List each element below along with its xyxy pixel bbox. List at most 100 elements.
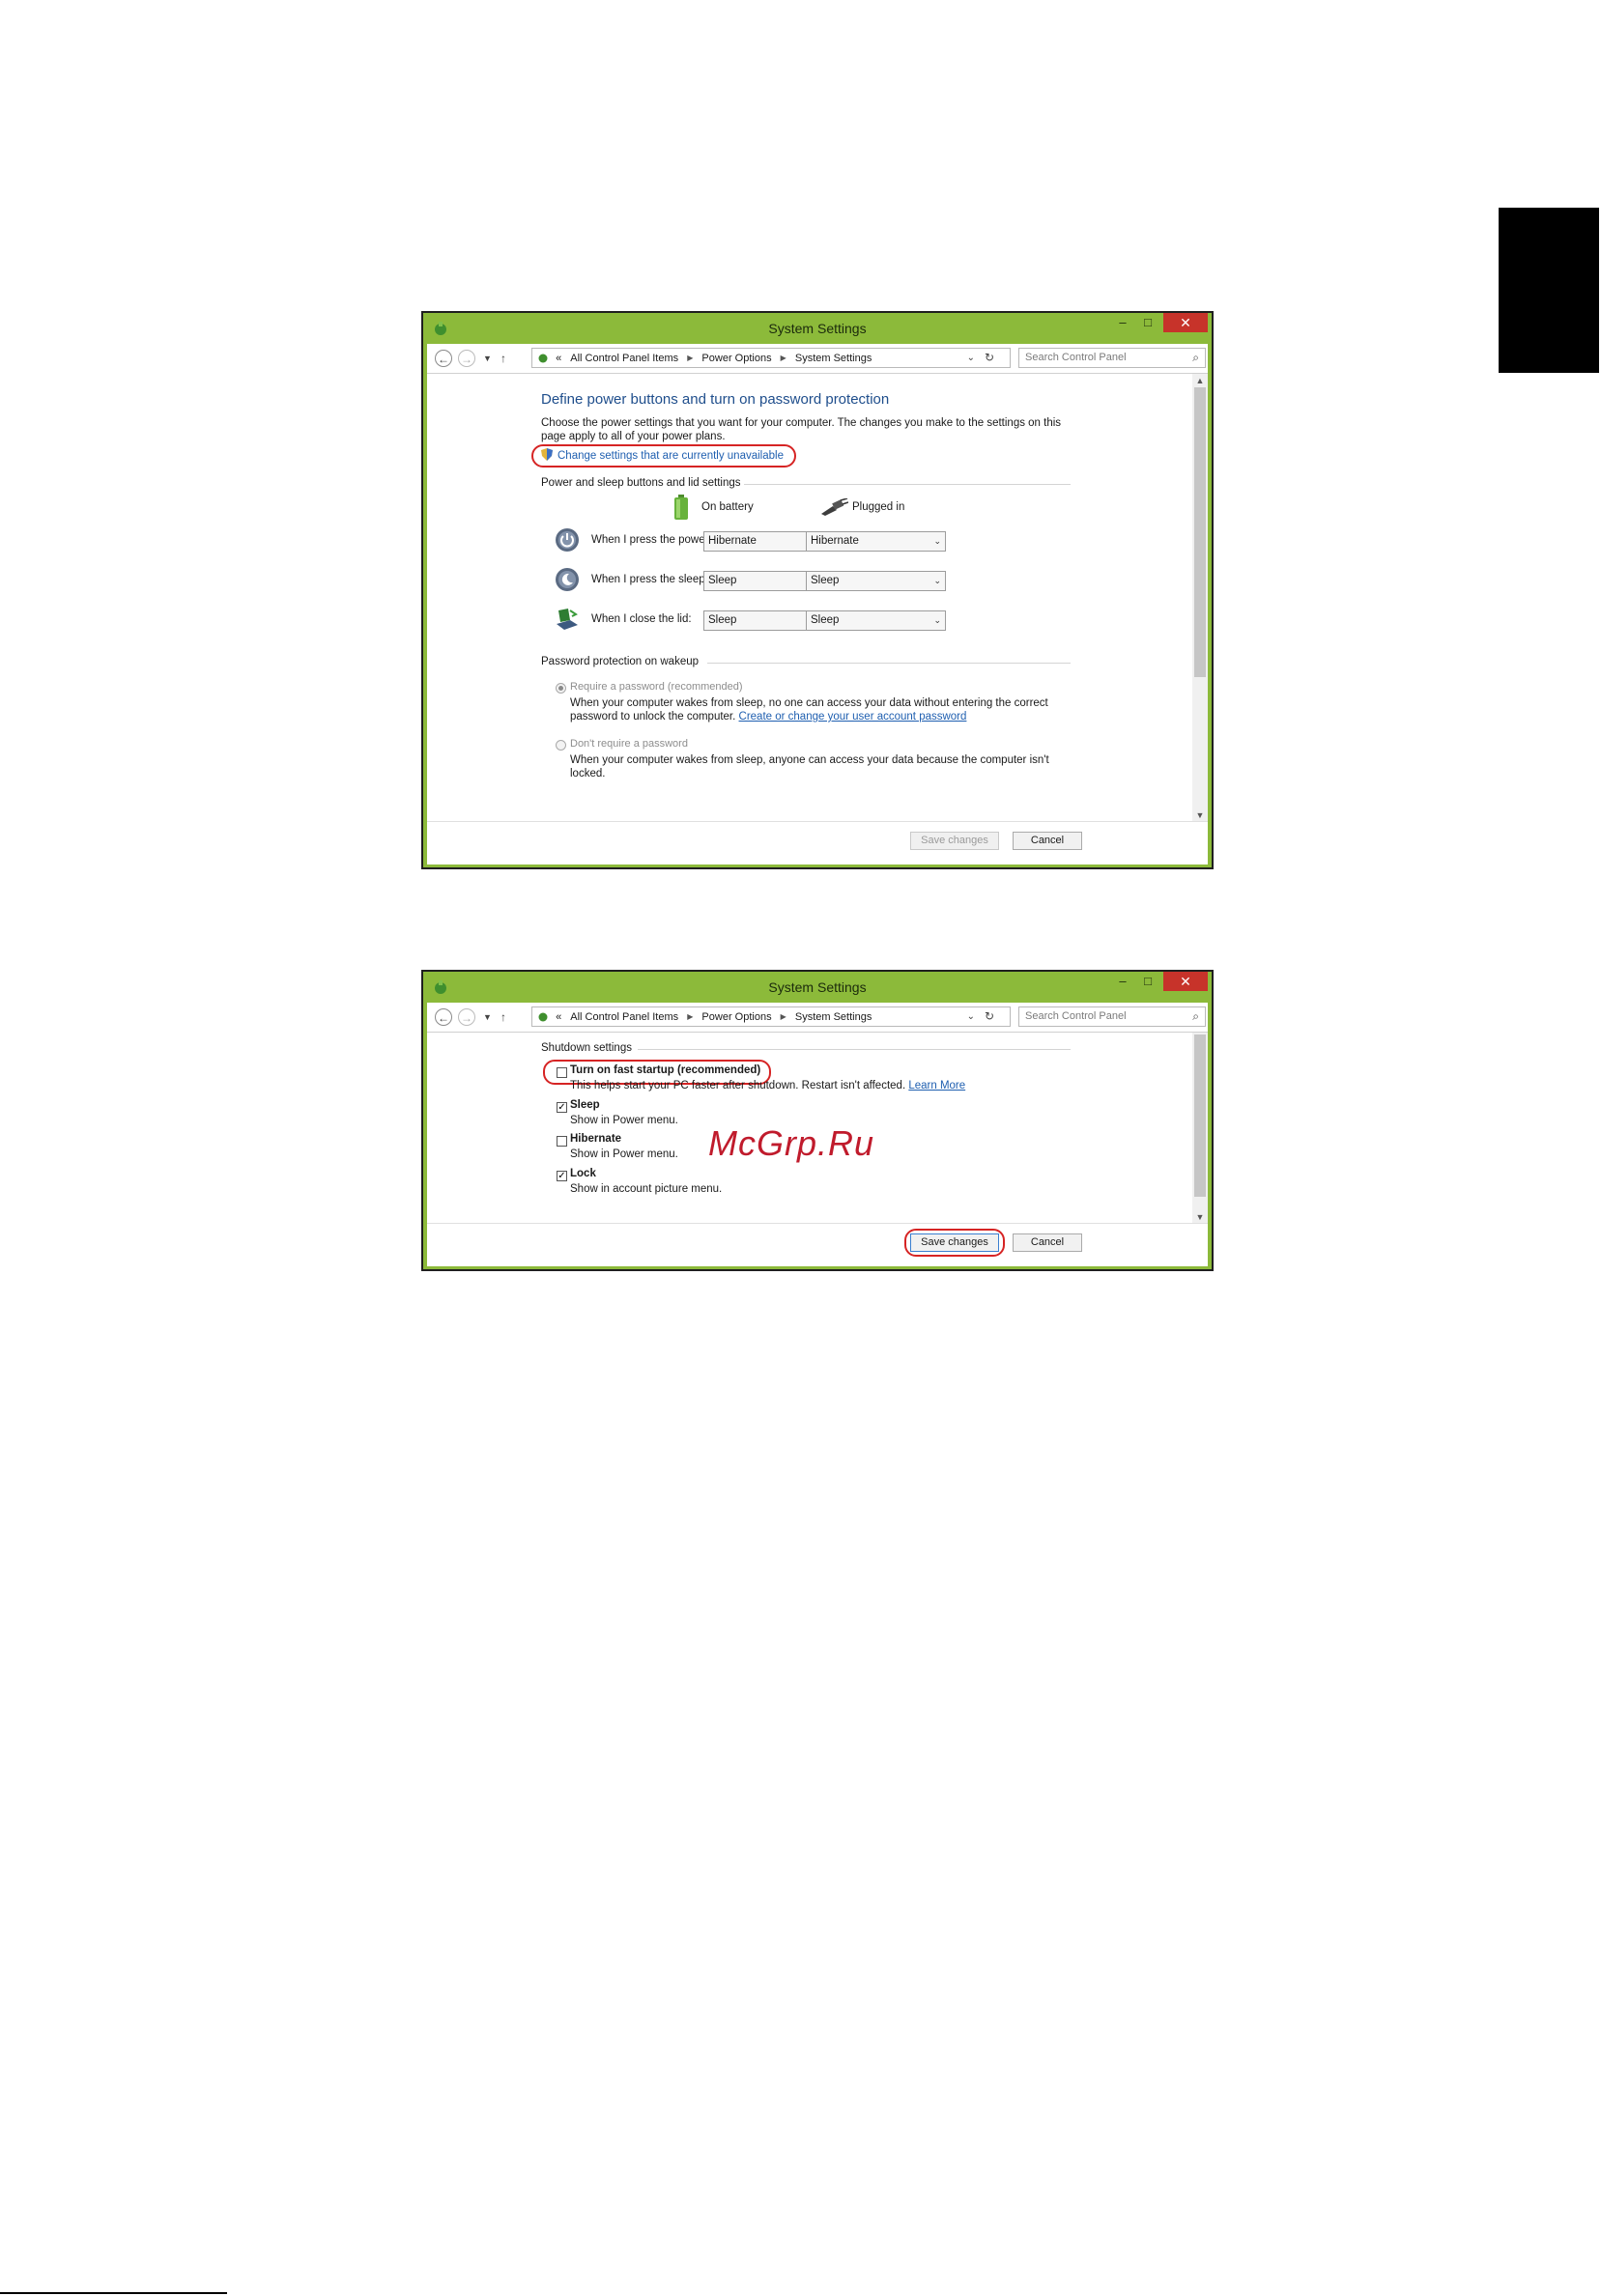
- address-dropdown-icon[interactable]: ⌄: [967, 1007, 975, 1026]
- require-password-radio[interactable]: [556, 683, 566, 694]
- vertical-scrollbar[interactable]: ▼: [1192, 1033, 1208, 1224]
- select-value: Sleep: [708, 614, 737, 626]
- forward-arrow-icon[interactable]: →: [458, 1008, 475, 1026]
- cancel-button[interactable]: Cancel: [1013, 832, 1082, 850]
- select-value: Hibernate: [708, 535, 757, 547]
- group-divider: [707, 663, 1071, 664]
- back-arrow-icon[interactable]: ←: [435, 1008, 452, 1026]
- chevron-down-icon: ⌄: [933, 576, 941, 585]
- breadcrumb-all-control-panel-items[interactable]: All Control Panel Items: [570, 353, 678, 364]
- hibernate-label: Hibernate: [570, 1133, 622, 1145]
- no-password-radio[interactable]: [556, 740, 566, 751]
- create-password-link[interactable]: Create or change your user account passw…: [739, 711, 967, 723]
- close-lid-plugged-in-select[interactable]: Sleep ⌄: [806, 610, 946, 631]
- require-password-description: When your computer wakes from sleep, no …: [570, 696, 1072, 723]
- power-plug-icon: [821, 498, 848, 516]
- breadcrumb-system-settings[interactable]: System Settings: [795, 1011, 872, 1023]
- save-changes-button[interactable]: Save changes: [910, 832, 999, 850]
- page-description: Choose the power settings that you want …: [541, 417, 1062, 442]
- search-icon[interactable]: ⌕: [1192, 1007, 1199, 1026]
- chapter-tab: [1499, 208, 1599, 373]
- breadcrumb-separator-icon: ▶: [780, 1012, 786, 1021]
- chevron-down-icon: ⌄: [933, 536, 941, 546]
- search-icon[interactable]: ⌕: [1192, 349, 1199, 367]
- select-value: Sleep: [811, 575, 840, 586]
- select-value: Sleep: [708, 575, 737, 586]
- address-bar[interactable]: « All Control Panel Items ▶ Power Option…: [531, 1006, 1011, 1027]
- breadcrumb-prefix: «: [556, 353, 562, 364]
- address-bar[interactable]: « All Control Panel Items ▶ Power Option…: [531, 348, 1011, 368]
- sleep-description: Show in Power menu.: [570, 1115, 678, 1126]
- back-arrow-icon[interactable]: ←: [435, 350, 452, 367]
- chapter-tab-mark: [1503, 369, 1511, 373]
- content-pane: Define power buttons and turn on passwor…: [427, 373, 1208, 822]
- breadcrumb-separator-icon: ▶: [687, 354, 694, 362]
- cancel-button[interactable]: Cancel: [1013, 1233, 1082, 1252]
- search-input[interactable]: Search Control Panel ⌕: [1018, 348, 1206, 368]
- fast-startup-description: This helps start your PC faster after sh…: [570, 1080, 965, 1091]
- breadcrumb-prefix: «: [556, 1011, 562, 1023]
- highlight-ring: [904, 1229, 1005, 1257]
- maximize-button[interactable]: □: [1136, 972, 1159, 991]
- dialog-footer: Save changes Cancel: [427, 821, 1208, 865]
- checkmark-icon: ✓: [557, 1102, 566, 1113]
- system-settings-window-power-buttons: System Settings – □ ✕ ← → ▼ ↑ « All Cont…: [421, 311, 1214, 869]
- sleep-button-plugged-in-select[interactable]: Sleep ⌄: [806, 571, 946, 591]
- scroll-thumb[interactable]: [1194, 387, 1206, 677]
- breadcrumb-system-settings[interactable]: System Settings: [795, 353, 872, 364]
- fast-startup-text: This helps start your PC faster after sh…: [570, 1080, 906, 1091]
- forward-arrow-icon[interactable]: →: [458, 350, 475, 367]
- title-bar: System Settings – □ ✕: [423, 972, 1212, 1003]
- scroll-thumb[interactable]: [1194, 1035, 1206, 1197]
- chevron-down-icon: ⌄: [933, 615, 941, 625]
- title-bar: System Settings – □ ✕: [423, 313, 1212, 344]
- watermark: McGrp.Ru: [708, 1123, 875, 1163]
- scroll-down-icon[interactable]: ▼: [1192, 1210, 1208, 1224]
- dialog-footer: Save changes Cancel: [427, 1223, 1208, 1266]
- breadcrumb-all-control-panel-items[interactable]: All Control Panel Items: [570, 1011, 678, 1023]
- recent-locations-chevron-icon[interactable]: ▼: [483, 1008, 492, 1026]
- on-battery-label: On battery: [701, 501, 754, 513]
- group-divider: [638, 1049, 1071, 1050]
- address-toolbar: ← → ▼ ↑ « All Control Panel Items ▶ Powe…: [427, 1003, 1208, 1032]
- search-placeholder: Search Control Panel: [1025, 352, 1127, 363]
- minimize-button[interactable]: –: [1111, 313, 1134, 332]
- vertical-scrollbar[interactable]: ▲ ▼: [1192, 374, 1208, 822]
- up-arrow-icon[interactable]: ↑: [500, 1008, 506, 1026]
- power-button-plugged-in-select[interactable]: Hibernate ⌄: [806, 531, 946, 552]
- breadcrumb-power-options[interactable]: Power Options: [701, 1011, 771, 1023]
- search-input[interactable]: Search Control Panel ⌕: [1018, 1006, 1206, 1027]
- address-dropdown-icon[interactable]: ⌄: [967, 349, 975, 367]
- close-button[interactable]: ✕: [1163, 313, 1208, 332]
- minimize-button[interactable]: –: [1111, 972, 1134, 991]
- group-divider: [744, 484, 1071, 485]
- recent-locations-chevron-icon[interactable]: ▼: [483, 350, 492, 367]
- address-toolbar: ← → ▼ ↑ « All Control Panel Items ▶ Powe…: [427, 344, 1208, 373]
- no-password-description: When your computer wakes from sleep, any…: [570, 754, 1049, 780]
- system-settings-window-shutdown: System Settings – □ ✕ ← → ▼ ↑ « All Cont…: [421, 970, 1214, 1271]
- sleep-checkbox[interactable]: ✓: [557, 1102, 567, 1113]
- lock-label: Lock: [570, 1168, 596, 1179]
- scroll-down-icon[interactable]: ▼: [1192, 808, 1208, 822]
- hibernate-checkbox[interactable]: [557, 1136, 567, 1147]
- sleep-label: Sleep: [570, 1099, 600, 1111]
- select-value: Sleep: [811, 614, 840, 626]
- select-value: Hibernate: [811, 535, 859, 547]
- scroll-up-icon[interactable]: ▲: [1192, 374, 1208, 387]
- close-button[interactable]: ✕: [1163, 972, 1208, 991]
- learn-more-link[interactable]: Learn More: [908, 1080, 965, 1091]
- group-heading-power-sleep: Power and sleep buttons and lid settings: [541, 477, 741, 489]
- lock-description: Show in account picture menu.: [570, 1183, 723, 1195]
- refresh-icon[interactable]: ↻: [985, 1007, 994, 1026]
- up-arrow-icon[interactable]: ↑: [500, 350, 506, 367]
- maximize-button[interactable]: □: [1136, 313, 1159, 332]
- lock-checkbox[interactable]: ✓: [557, 1171, 567, 1181]
- refresh-icon[interactable]: ↻: [985, 349, 994, 367]
- checkmark-icon: ✓: [557, 1171, 566, 1181]
- breadcrumb-power-options[interactable]: Power Options: [701, 353, 771, 364]
- column-headers: On battery Plugged in: [427, 495, 1103, 524]
- breadcrumb-separator-icon: ▶: [687, 1012, 694, 1021]
- plugged-in-label: Plugged in: [852, 501, 905, 513]
- close-lid-label: When I close the lid:: [591, 613, 692, 625]
- group-heading-password: Password protection on wakeup: [541, 656, 700, 667]
